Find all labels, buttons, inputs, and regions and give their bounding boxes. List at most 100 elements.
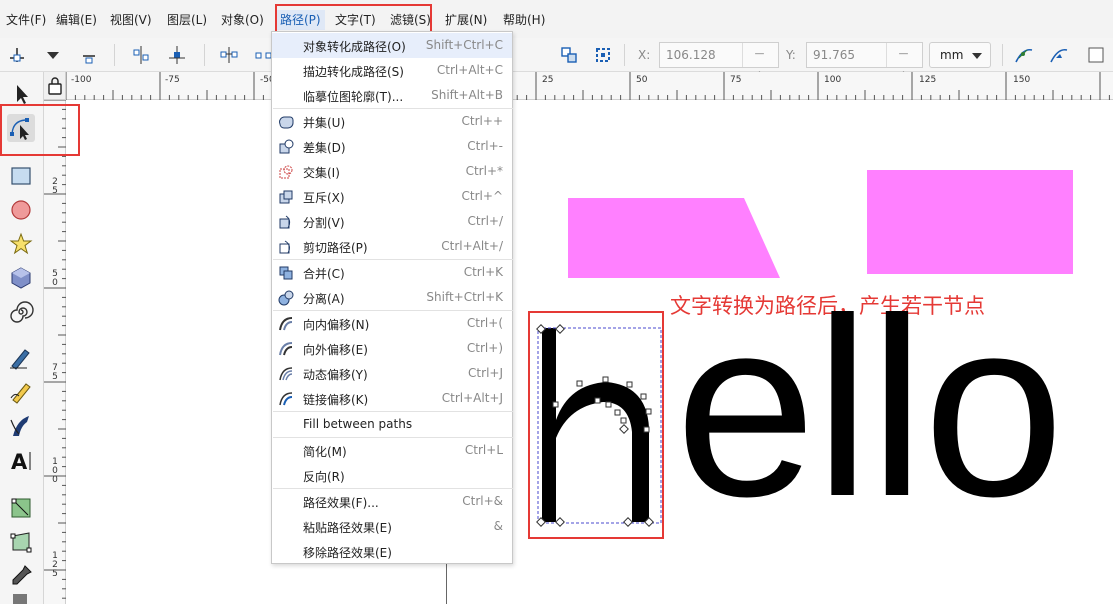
menu-item-stroke-to-path[interactable]: 描边转化成路径(S) Ctrl+Alt+C <box>272 58 512 83</box>
show-handles-icon[interactable] <box>1013 44 1035 66</box>
delete-node-icon[interactable] <box>78 44 100 66</box>
menu-text[interactable]: 文字(T) <box>331 10 380 30</box>
menu-item-fill-between-paths[interactable]: Fill between paths <box>272 412 512 437</box>
ruler-label: 5 <box>52 569 58 579</box>
menu-item-difference[interactable]: 差集(D) Ctrl+- <box>272 134 512 159</box>
menu-item-intersection[interactable]: 交集(I) Ctrl+* <box>272 159 512 184</box>
spray-tool-icon[interactable] <box>7 592 35 604</box>
menu-item-shortcut: Shift+Ctrl+K <box>426 290 503 304</box>
union-icon <box>278 114 294 130</box>
menu-item-outset[interactable]: 向外偏移(E) Ctrl+) <box>272 336 512 361</box>
x-coordinate-field[interactable]: 106.128 −+ <box>659 42 779 84</box>
insert-node-icon[interactable] <box>6 44 28 66</box>
menu-item-division[interactable]: 分割(V) Ctrl+/ <box>272 209 512 234</box>
menu-item-label: 简化(M) <box>303 445 347 459</box>
menu-filters[interactable]: 滤镜(S) <box>386 10 435 30</box>
menu-item-label: 路径效果(F)... <box>303 496 379 510</box>
menu-item-trace-bitmap[interactable]: 临摹位图轮廓(T)... Shift+Alt+B <box>272 83 512 108</box>
star-tool-icon[interactable] <box>7 230 35 258</box>
next-path-effect-icon[interactable] <box>1085 44 1107 66</box>
ruler-label: 25 <box>542 75 554 85</box>
dropper-tool-icon[interactable] <box>7 562 35 590</box>
h-letter-path[interactable] <box>529 310 664 528</box>
menu-item-shortcut: Ctrl+Alt+C <box>436 63 503 77</box>
inset-icon <box>278 316 294 332</box>
menu-item-remove-path-effect[interactable]: 移除路径效果(E) <box>272 539 512 564</box>
x-coordinate-value: 106.128 <box>666 48 716 62</box>
join-nodes-icon[interactable] <box>130 44 152 66</box>
title-strip <box>0 0 1113 7</box>
menu-edit[interactable]: 编辑(E) <box>52 10 101 30</box>
menu-item-linked-offset[interactable]: 链接偏移(K) Ctrl+Alt+J <box>272 386 512 411</box>
stroke-to-path-icon[interactable] <box>592 44 614 66</box>
path-menu-dropdown: 对象转化成路径(O) Shift+Ctrl+C 描边转化成路径(S) Ctrl+… <box>271 31 513 564</box>
dynamic-offset-icon <box>278 366 294 382</box>
break-path-icon[interactable] <box>166 44 188 66</box>
text-tool-icon[interactable]: A <box>7 446 35 474</box>
menu-help[interactable]: 帮助(H) <box>499 10 549 30</box>
gradient-tool-icon[interactable] <box>7 494 35 522</box>
division-icon <box>278 214 294 230</box>
menu-item-label: 链接偏移(K) <box>303 393 369 407</box>
rectangle-tool-icon[interactable] <box>7 162 35 190</box>
menu-view[interactable]: 视图(V) <box>106 10 156 30</box>
ruler-label: -100 <box>71 75 92 85</box>
menu-item-label: 向外偏移(E) <box>303 343 368 357</box>
hello-text-remaining-letters[interactable]: ello <box>675 280 1064 534</box>
menu-item-paste-path-effect[interactable]: 粘贴路径效果(E) & <box>272 514 512 539</box>
unit-selector[interactable]: mm <box>929 42 991 68</box>
toolbar-separator <box>114 44 115 66</box>
menu-item-label: 移除路径效果(E) <box>303 546 392 560</box>
menu-item-combine[interactable]: 合并(C) Ctrl+K <box>272 260 512 285</box>
y-coordinate-field[interactable]: 91.765 −+ <box>806 42 923 84</box>
menu-extensions[interactable]: 扩展(N) <box>441 10 491 30</box>
menu-item-shortcut: Ctrl+Alt+/ <box>441 239 503 253</box>
ruler-label: 125 <box>919 75 937 85</box>
menu-item-shortcut: Ctrl+^ <box>461 189 503 203</box>
menu-item-label: Fill between paths <box>303 417 413 431</box>
svg-text:A: A <box>11 450 28 474</box>
pencil-tool-icon[interactable] <box>7 378 35 406</box>
y-stepper[interactable]: −+ <box>886 43 922 84</box>
menu-item-shortcut: Ctrl+) <box>466 341 503 355</box>
menu-item-shortcut: Shift+Alt+B <box>431 88 503 102</box>
menu-layer[interactable]: 图层(L) <box>163 10 211 30</box>
ruler-label: -75 <box>165 75 180 85</box>
selector-tool-icon[interactable] <box>7 80 35 108</box>
menu-item-object-to-path[interactable]: 对象转化成路径(O) Shift+Ctrl+C <box>272 33 512 58</box>
menu-item-cut-path[interactable]: 剪切路径(P) Ctrl+Alt+/ <box>272 234 512 259</box>
spiral-tool-icon[interactable] <box>7 298 35 326</box>
object-to-path-icon[interactable] <box>558 44 580 66</box>
calligraphy-tool-icon[interactable] <box>7 412 35 440</box>
menu-item-label: 对象转化成路径(O) <box>303 40 406 54</box>
menu-item-union[interactable]: 并集(U) Ctrl++ <box>272 109 512 134</box>
menu-item-dynamic-offset[interactable]: 动态偏移(Y) Ctrl+J <box>272 361 512 386</box>
3d-box-tool-icon[interactable] <box>7 264 35 292</box>
menu-item-simplify[interactable]: 简化(M) Ctrl+L <box>272 438 512 463</box>
ruler-label: 75 <box>730 75 742 85</box>
ellipse-tool-icon[interactable] <box>7 196 35 224</box>
show-path-outline-icon[interactable] <box>1048 44 1070 66</box>
menu-item-label: 反向(R) <box>303 470 345 484</box>
pen-tool-icon[interactable] <box>7 344 35 372</box>
menu-file[interactable]: 文件(F) <box>2 10 50 30</box>
guide-lock-toggle[interactable] <box>44 72 66 100</box>
join-segment-icon[interactable] <box>218 44 240 66</box>
horizontal-ruler[interactable]: -100 -75 -50 25 50 75 100 125 150 <box>66 72 1113 100</box>
chevron-down-icon[interactable] <box>42 44 64 66</box>
menu-item-reverse[interactable]: 反向(R) <box>272 463 512 488</box>
menu-item-break-apart[interactable]: 分离(A) Shift+Ctrl+K <box>272 285 512 310</box>
menu-item-inset[interactable]: 向内偏移(N) Ctrl+( <box>272 311 512 336</box>
menu-item-exclusion[interactable]: 互斥(X) Ctrl+^ <box>272 184 512 209</box>
menu-path[interactable]: 路径(P) <box>276 10 325 30</box>
pink-rectangle-shape[interactable] <box>867 170 1073 274</box>
menu-item-path-effects[interactable]: 路径效果(F)... Ctrl+& <box>272 489 512 514</box>
node-tool-icon[interactable] <box>7 114 35 142</box>
menu-object[interactable]: 对象(O) <box>217 10 268 30</box>
drawing-canvas[interactable]: 文字转换为路径后，产生若干节点 ello <box>66 100 1113 604</box>
vertical-ruler[interactable]: 2 5 5 0 7 5 1 0 0 1 2 5 <box>44 100 66 604</box>
unit-value: mm <box>940 48 964 62</box>
x-stepper[interactable]: −+ <box>742 43 778 84</box>
y-coordinate-label: Y: <box>786 48 796 62</box>
mesh-tool-icon[interactable] <box>7 528 35 556</box>
